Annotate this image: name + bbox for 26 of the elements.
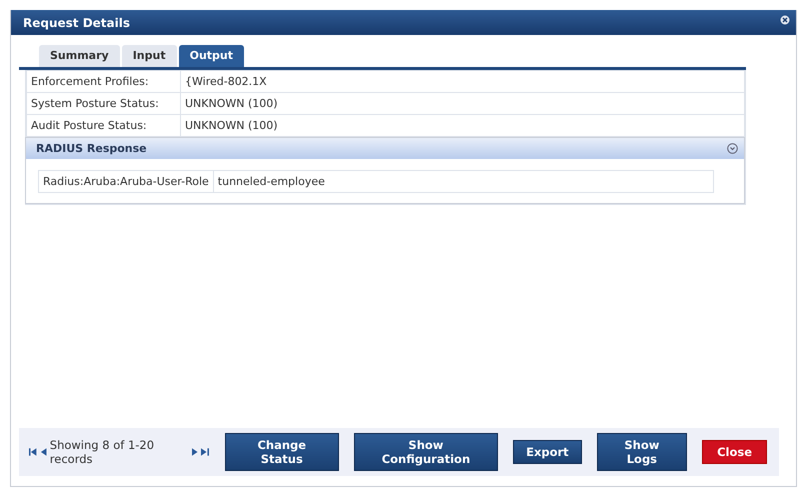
action-button[interactable]: Show Logs (596, 433, 688, 471)
close-icon[interactable] (780, 14, 790, 24)
action-button[interactable]: Change Status (224, 433, 339, 471)
field-label: System Posture Status: (26, 92, 180, 114)
action-button[interactable]: Export (513, 440, 582, 464)
collapse-icon[interactable] (727, 143, 738, 154)
attribute-value: tunneled-employee (213, 170, 714, 192)
attribute-name: Radius:Aruba:Aruba-User-Role (38, 170, 214, 192)
field-value: {Wired-802.1X (180, 70, 744, 92)
section-title: RADIUS Response (36, 142, 147, 155)
field-value: UNKNOWN (100) (180, 92, 744, 114)
next-page-icon[interactable] (192, 448, 198, 456)
section-header[interactable]: RADIUS Response (26, 138, 744, 159)
action-button[interactable]: Show Configuration (354, 433, 498, 471)
field-label: Audit Posture Status: (26, 114, 180, 136)
first-page-icon[interactable] (29, 448, 38, 456)
pager-text: Showing 8 of 1-20 records (50, 438, 156, 466)
field-label: Enforcement Profiles: (26, 70, 180, 92)
tab[interactable]: Summary (39, 45, 120, 67)
previous-page-icon[interactable] (40, 448, 47, 456)
close-button[interactable]: Close (702, 440, 767, 464)
field-value: UNKNOWN (100) (180, 114, 744, 136)
last-page-icon[interactable] (201, 448, 210, 456)
window-title: Request Details (23, 16, 130, 30)
tab[interactable]: Input (122, 45, 177, 67)
tab[interactable]: Output (178, 45, 244, 67)
